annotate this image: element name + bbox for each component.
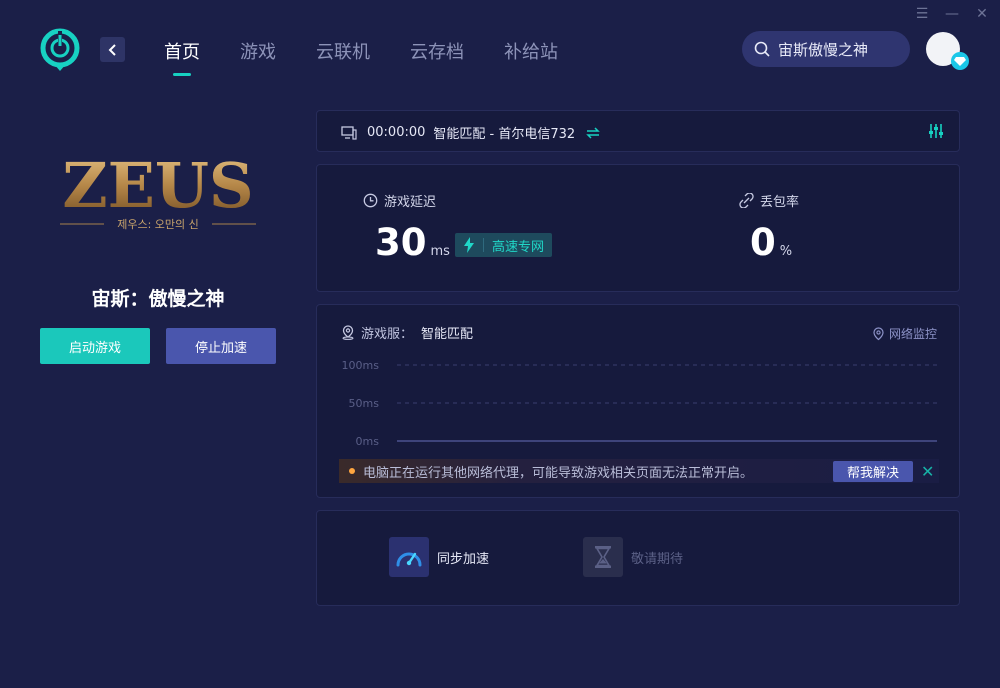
latency-chart: 100ms 50ms 0ms xyxy=(342,359,937,448)
server-value: 智能匹配 xyxy=(421,327,474,342)
network-panel: 游戏服： 智能匹配 网络监控 100ms 50ms 0ms 电脑正在运行其他网络代理… xyxy=(316,304,960,498)
lightning-icon xyxy=(464,237,474,253)
app-logo xyxy=(40,28,80,72)
latency-value-row: 30 ms xyxy=(375,221,450,264)
network-monitor-label: 网络监控 xyxy=(888,327,937,341)
minimize-icon[interactable]: — xyxy=(944,6,960,22)
packet-loss-unit: % xyxy=(779,244,793,259)
close-icon[interactable]: ✕ xyxy=(974,6,990,22)
proxy-warning-text: 电脑正在运行其他网络代理，可能导致游戏相关页面无法正常开启。 xyxy=(363,465,754,481)
y-tick-label: 100ms xyxy=(342,359,380,372)
nav-cloud-save[interactable]: 云存档 xyxy=(410,38,464,64)
back-button[interactable] xyxy=(100,37,125,62)
route-info: 智能匹配 - 首尔电信732 xyxy=(433,127,576,142)
settings-sliders-icon[interactable] xyxy=(927,122,945,144)
svg-text:ZEUS: ZEUS xyxy=(62,149,253,222)
game-logo: ZEUS 제우스: 오만의 신 xyxy=(58,144,258,236)
game-title: 宙斯：傲慢之神 xyxy=(91,288,225,310)
help-fix-button[interactable]: 帮我解决 xyxy=(833,461,913,482)
start-game-button[interactable]: 启动游戏 xyxy=(40,328,150,364)
hourglass-icon xyxy=(583,537,623,577)
coming-soon-label: 敬请期待 xyxy=(631,551,684,567)
vip-diamond-icon xyxy=(951,52,969,70)
broken-link-icon xyxy=(739,193,754,208)
window-controls: ☰ — ✕ xyxy=(914,6,990,22)
packet-loss-label: 丢包率 xyxy=(760,195,800,210)
packet-loss-value-row: 0 % xyxy=(750,221,792,264)
y-tick-label: 0ms xyxy=(356,435,380,448)
sync-boost-label: 同步加速 xyxy=(437,551,490,567)
high-speed-label: 高速专网 xyxy=(492,239,545,255)
y-tick-label: 50ms xyxy=(349,397,380,410)
sync-boost-feature[interactable]: 同步加速 xyxy=(389,537,489,577)
monitor-pin-icon xyxy=(873,326,884,340)
search-icon xyxy=(754,41,770,57)
high-speed-badge: 高速专网 xyxy=(455,233,553,257)
location-pin-icon xyxy=(342,325,354,340)
server-row: 游戏服： 智能匹配 xyxy=(341,323,473,342)
switch-route-icon[interactable] xyxy=(585,126,601,139)
main-nav: 首页 游戏 云联机 云存档 补给站 xyxy=(164,38,598,64)
nav-cloud-play[interactable]: 云联机 xyxy=(316,38,370,64)
chevron-left-icon xyxy=(108,43,116,56)
latency-label-row: 游戏延迟 xyxy=(363,191,436,210)
latency-unit: ms xyxy=(430,244,450,259)
features-panel: 同步加速 敬请期待 xyxy=(316,510,960,606)
nav-supply[interactable]: 补给站 xyxy=(504,38,558,64)
nav-games[interactable]: 游戏 xyxy=(240,38,276,64)
latency-value: 30 xyxy=(375,221,427,264)
nav-home[interactable]: 首页 xyxy=(164,38,200,64)
network-monitor-link[interactable]: 网络监控 xyxy=(872,325,937,342)
packet-loss-label-row: 丢包率 xyxy=(739,191,799,210)
monitor-icon xyxy=(341,125,357,140)
search-text: 宙斯傲慢之神 xyxy=(778,40,869,59)
close-warning-icon[interactable]: ✕ xyxy=(921,461,934,482)
clock-icon xyxy=(363,193,378,208)
boost-duration: 00:00:00 xyxy=(367,125,426,140)
latency-label: 游戏延迟 xyxy=(384,195,437,210)
warning-dot xyxy=(349,468,355,474)
menu-icon[interactable]: ☰ xyxy=(914,6,930,22)
server-label: 游戏服： xyxy=(361,327,414,342)
connection-panel: 00:00:00 智能匹配 - 首尔电信732 xyxy=(316,110,960,152)
stop-boost-button[interactable]: 停止加速 xyxy=(166,328,276,364)
speedometer-icon xyxy=(389,537,429,577)
coming-soon-feature: 敬请期待 xyxy=(583,537,683,577)
packet-loss-value: 0 xyxy=(750,221,776,264)
search-box[interactable]: 宙斯傲慢之神 xyxy=(742,31,910,67)
svg-text:제우스: 오만의 신: 제우스: 오만의 신 xyxy=(117,218,199,231)
metrics-panel: 游戏延迟 30 ms 高速专网 丢包率 0 % xyxy=(316,164,960,292)
